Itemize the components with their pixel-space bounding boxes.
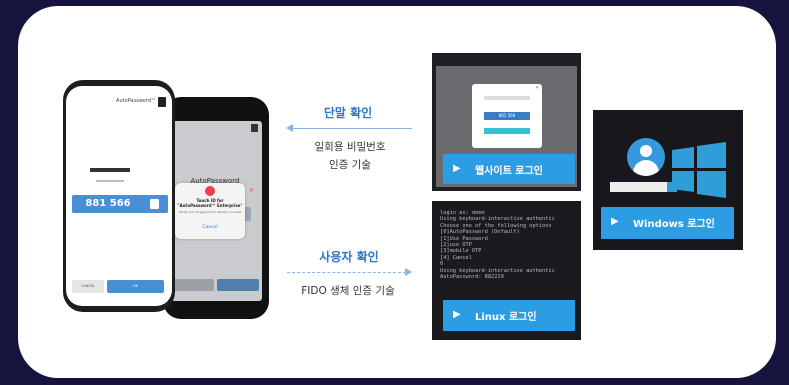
website-login-label: 웹사이트 로그인: [475, 166, 543, 177]
user-head: [640, 145, 652, 157]
website-login-modal: ✕ 881 566: [472, 84, 542, 148]
arrow-right-icon: [405, 268, 412, 276]
windows-password-field[interactable]: [610, 182, 673, 192]
back-phone-cancel-button[interactable]: [172, 279, 214, 291]
touch-id-subtitle: Verify your fingerprint to identify your…: [178, 210, 242, 214]
close-icon: ✕: [249, 187, 255, 194]
close-icon[interactable]: ✕: [535, 85, 539, 91]
front-phone-screen: AutoPassword™ 881 566 CANCEL OK: [66, 86, 172, 306]
otp-tech-line2: 인증 기술: [329, 159, 371, 171]
linux-login-label: Linux 로그인: [475, 312, 537, 323]
windows-logo-icon: [672, 142, 726, 198]
touch-id-dialog: Touch ID for "AutoPassword™ Enterprise" …: [175, 183, 245, 239]
play-icon: ▶: [611, 216, 619, 227]
arrow-left-line: [292, 128, 412, 129]
touch-id-cancel-button[interactable]: Cancel: [177, 225, 243, 230]
terminal-output: login as: demo Using keyboard-interactive…: [440, 210, 581, 280]
windows-login-label: Windows 로그인: [633, 219, 715, 230]
copy-icon[interactable]: [150, 199, 159, 209]
front-phone-cancel-button[interactable]: CANCEL: [72, 280, 104, 293]
website-login-button[interactable]: ▶ 웹사이트 로그인: [443, 154, 575, 184]
play-icon: ▶: [453, 309, 461, 320]
otp-code: 881 566: [85, 198, 131, 209]
play-icon: ▶: [453, 163, 461, 174]
brand-logo-icon: [158, 97, 166, 107]
user-verify-heading: 사용자 확인: [319, 250, 379, 264]
website-modal-field: [484, 96, 530, 100]
fingerprint-icon: [205, 186, 215, 196]
linux-login-button[interactable]: ▶ Linux 로그인: [443, 300, 575, 331]
otp-display: 881 566: [72, 195, 168, 213]
arrow-left-icon: [286, 124, 293, 132]
back-phone-brand: [199, 123, 259, 135]
website-modal-otp: 881 566: [484, 112, 530, 120]
front-phone-brand: AutoPassword™: [116, 98, 156, 104]
user-avatar-icon: [627, 138, 665, 176]
windows-login-button[interactable]: ▶ Windows 로그인: [601, 207, 734, 239]
back-phone-ok-button[interactable]: [217, 279, 259, 291]
fido-tech-line: FIDO 생체 인증 기술: [301, 285, 395, 297]
brand-logo-icon: [251, 124, 258, 132]
user-body: [633, 160, 659, 176]
arrow-right-line: [287, 272, 406, 273]
touch-id-title: Touch ID for "AutoPassword™ Enterprise": [177, 198, 243, 208]
front-phone-ok-button[interactable]: OK: [107, 280, 164, 293]
terminal-line: AutoPassword: 882219: [440, 274, 504, 281]
device-verify-heading: 단말 확인: [323, 106, 373, 120]
website-modal-confirm-button[interactable]: [484, 128, 530, 134]
front-phone-title-bar: [90, 168, 130, 172]
otp-tech-line1: 일회용 비밀번호: [314, 141, 386, 153]
front-phone-subtitle-bar: [96, 180, 124, 182]
